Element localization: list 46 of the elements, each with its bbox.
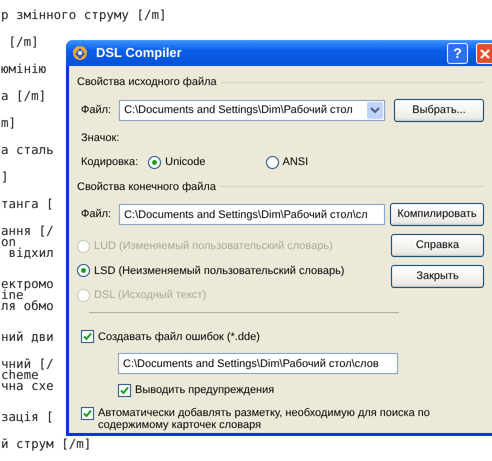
group-heading: Свойства исходного файла	[77, 75, 217, 90]
background-text: танга [	[1, 198, 54, 209]
checkbox[interactable]	[81, 406, 94, 420]
radio-button[interactable]	[77, 264, 90, 278]
radio-button[interactable]	[266, 156, 279, 169]
radio-button[interactable]	[148, 156, 162, 169]
compile-button[interactable]: Компилировать	[390, 203, 484, 226]
background-text: ний дви	[1, 331, 54, 342]
background-text: ання [/ on відхил	[1, 225, 54, 258]
background-text: юмінію	[1, 63, 46, 74]
checkbox-label: Выводить предупреждения	[135, 383, 274, 398]
group-heading: Свойства конечного файла	[77, 180, 216, 194]
checkbox-label: Автоматически добавлять разметку, необходимую для поиска по содержимому карточек словаря	[98, 406, 431, 430]
background-text: ектромо ine ля обмо	[1, 278, 54, 311]
close-icon	[478, 48, 490, 60]
background-text: зація [	[1, 411, 54, 422]
background-text: й струм [/m]	[1, 438, 92, 449]
help-dialog-button[interactable]: Справка	[391, 234, 484, 257]
close-button[interactable]	[476, 42, 492, 64]
background-text: чний [/ cheme чна схе	[1, 358, 54, 391]
field-label: Кодировка:	[81, 155, 138, 170]
radio-label: DSL (Исходный текст)	[94, 288, 206, 303]
close-dialog-button[interactable]: Закрыть	[391, 265, 484, 288]
help-button[interactable]: ?	[447, 42, 468, 64]
background-text: m]	[1, 117, 16, 128]
app-icon	[72, 45, 88, 61]
browse-button[interactable]: Выбрать...	[394, 98, 484, 122]
radio-label: Unicode	[165, 155, 206, 170]
window-title: DSL Compiler	[96, 44, 183, 62]
radio-label: LSD (Неизменяемый пользовательский словарь)	[94, 264, 344, 278]
background-text: [/m]	[8, 36, 39, 47]
error-file-field[interactable]: C:\Documents and Settings\Dim\Рабочий стол\слов	[118, 353, 398, 374]
background-text: а [/m]	[1, 90, 46, 101]
checkbox-label: Создавать файл ошибок (*.dde)	[98, 330, 260, 344]
file-field[interactable]: C:\Documents and Settings\Dim\Рабочий стол\сл	[119, 204, 386, 225]
radio-label: LUD (Изменяемый пользовательский словарь)	[94, 239, 333, 254]
field-label: Значок:	[81, 132, 120, 144]
radio-label: ANSI	[282, 155, 308, 170]
checkbox[interactable]	[118, 384, 131, 397]
background-text: ]	[1, 171, 9, 182]
background-text: р змінного струму [/m]	[1, 9, 167, 20]
field-label: Файл:	[81, 207, 112, 222]
field-label: Файл:	[81, 102, 112, 118]
background-text: а сталь	[1, 144, 54, 155]
file-dropdown[interactable]: C:\Documents and Settings\Dim\Рабочий стол	[119, 100, 386, 120]
checkbox[interactable]	[81, 330, 94, 344]
